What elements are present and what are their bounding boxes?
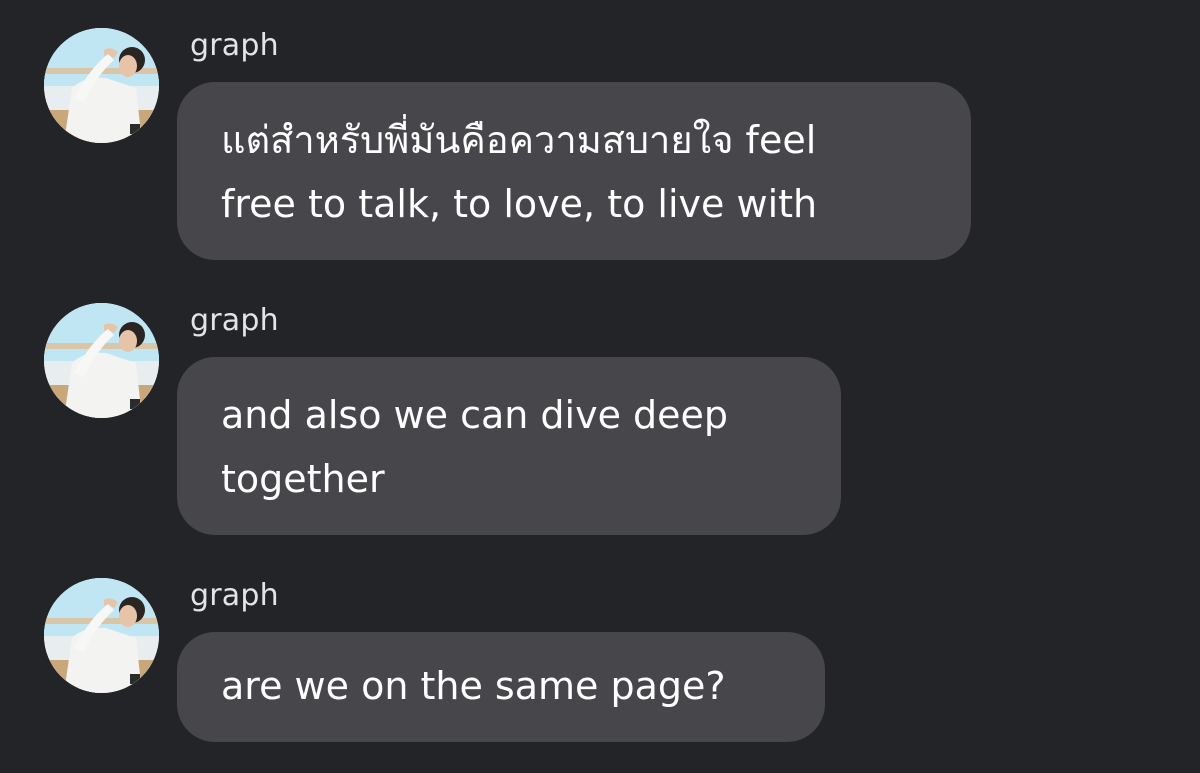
message-text: and also we can dive deep bbox=[221, 393, 729, 437]
profile-photo-icon bbox=[44, 303, 159, 418]
message-bubble[interactable]: and also we can dive deep together bbox=[177, 357, 841, 535]
sender-name: graph bbox=[190, 28, 279, 63]
message-bubble[interactable]: are we on the same page? bbox=[177, 632, 825, 742]
message-text: are we on the same page? bbox=[221, 664, 726, 708]
message-text: free to talk, to love, to live with bbox=[221, 182, 818, 226]
profile-photo-icon bbox=[44, 28, 159, 143]
message-text: แต่สำหรับพี่มันคือความสบายใจ feel bbox=[221, 118, 817, 162]
profile-photo-icon bbox=[44, 578, 159, 693]
sender-name: graph bbox=[190, 303, 279, 338]
avatar[interactable] bbox=[44, 28, 159, 143]
chat-thread: graph แต่สำหรับพี่มันคือความสบายใจ feel … bbox=[0, 0, 1200, 773]
avatar[interactable] bbox=[44, 303, 159, 418]
sender-name: graph bbox=[190, 578, 279, 613]
avatar[interactable] bbox=[44, 578, 159, 693]
message-bubble[interactable]: แต่สำหรับพี่มันคือความสบายใจ feel free t… bbox=[177, 82, 971, 260]
message-text: together bbox=[221, 457, 385, 501]
